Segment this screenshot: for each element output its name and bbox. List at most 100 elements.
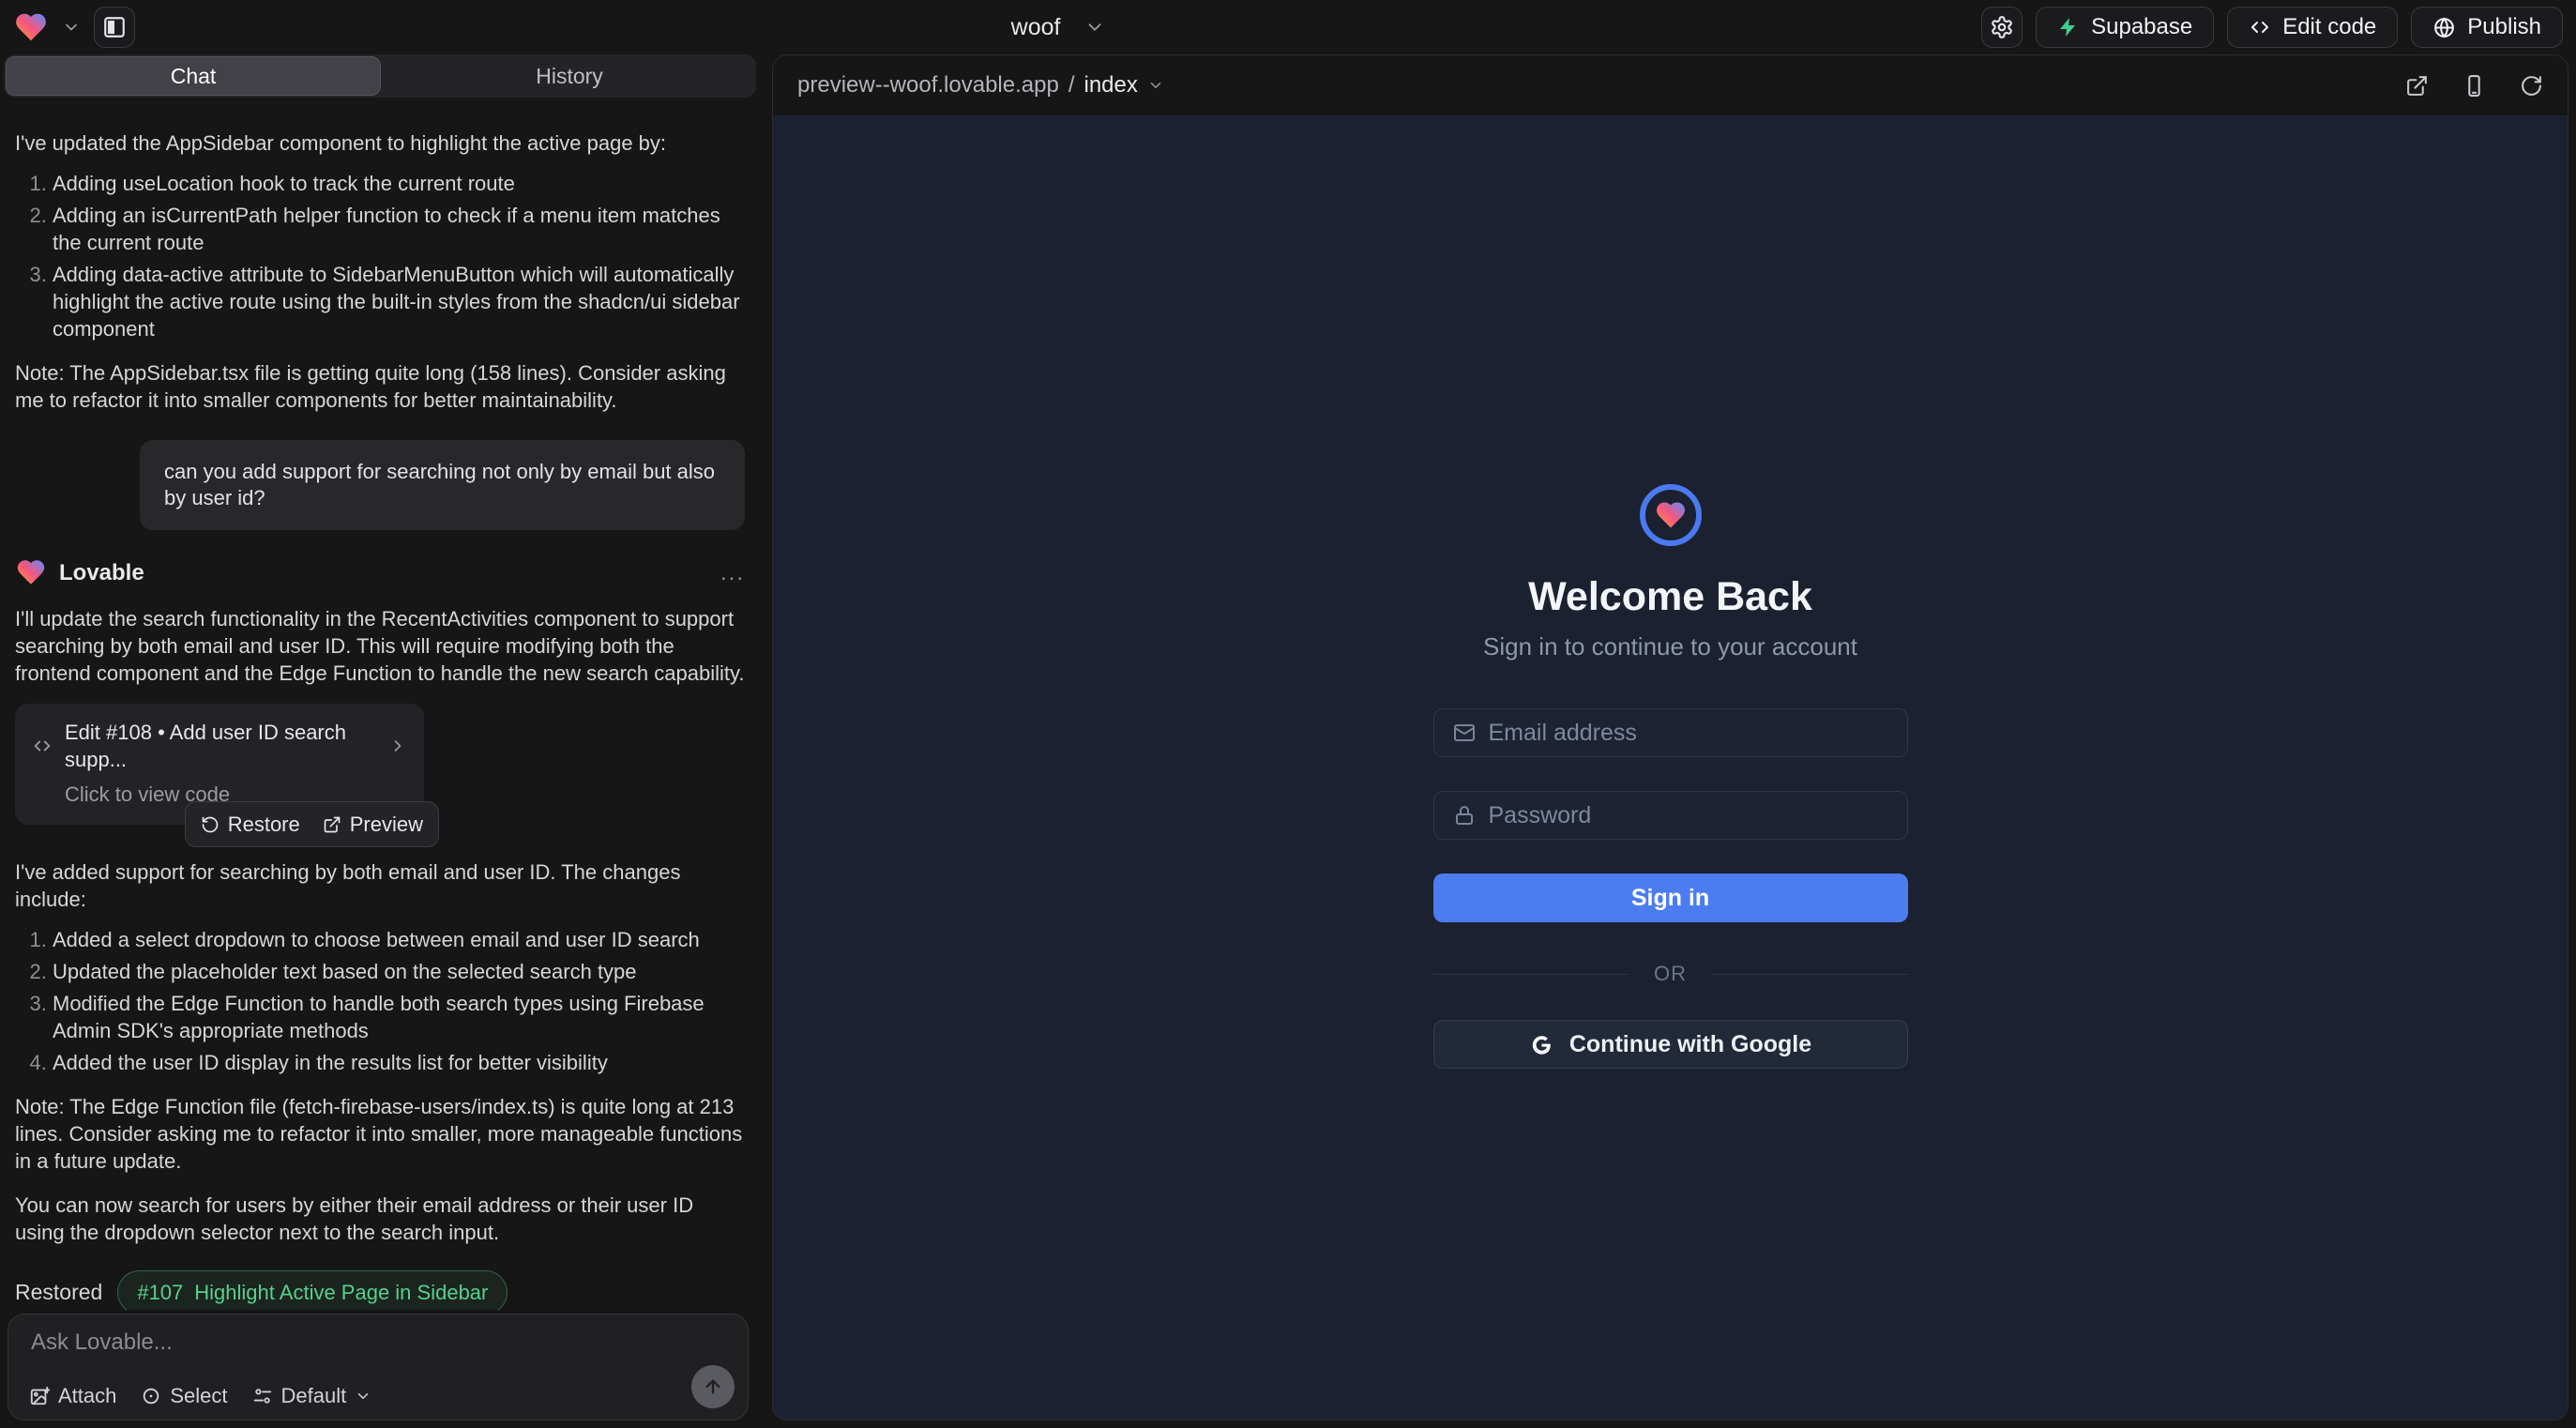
send-button[interactable] — [691, 1365, 735, 1408]
version-actions: Restore Preview — [185, 801, 439, 847]
assistant-note: Note: The Edge Function file (fetch-fire… — [15, 1093, 745, 1175]
select-element-button[interactable]: Select — [141, 1384, 227, 1408]
edit-code-label: Edit code — [2282, 14, 2376, 40]
mode-selector[interactable]: Default — [252, 1384, 372, 1408]
url-page: index — [1083, 72, 1137, 99]
assistant-paragraph: I'll update the search functionality in … — [15, 605, 745, 687]
supabase-bolt-icon — [2057, 16, 2080, 38]
google-label: Continue with Google — [1569, 1031, 1811, 1058]
attach-button[interactable]: Attach — [29, 1384, 116, 1408]
list-item: Adding data-active attribute to SidebarM… — [53, 261, 745, 342]
project-chevron-down-icon[interactable] — [1084, 17, 1105, 38]
divider-line — [1433, 974, 1629, 975]
list-item: Added a select dropdown to choose betwee… — [53, 926, 745, 953]
restored-label: Restored — [15, 1279, 102, 1306]
chat-composer: Attach Select Default — [8, 1314, 749, 1420]
auth-form: Welcome Back Sign in to continue to your… — [1433, 484, 1908, 1069]
assistant-list: Adding useLocation hook to track the cur… — [15, 170, 745, 342]
sidebar-toggle-button[interactable] — [94, 7, 135, 48]
edit-code-button[interactable]: Edit code — [2227, 7, 2398, 48]
open-in-new-tab-icon[interactable] — [2405, 74, 2429, 98]
preview-label: Preview — [350, 811, 423, 838]
publish-button[interactable]: Publish — [2411, 7, 2563, 48]
assistant-name: Lovable — [59, 559, 708, 586]
preview-url[interactable]: preview--woof.lovable.app / index — [797, 72, 1164, 99]
restore-rotate-icon — [201, 815, 220, 834]
app-logo — [1640, 484, 1702, 546]
target-icon — [141, 1386, 161, 1406]
assistant-header: Lovable ... — [15, 556, 745, 588]
assistant-note: Note: The AppSidebar.tsx file is getting… — [15, 359, 745, 414]
assistant-list: Added a select dropdown to choose betwee… — [15, 926, 745, 1076]
restored-row: Restored #107 Highlight Active Page in S… — [15, 1270, 745, 1310]
code-brackets-icon — [32, 736, 53, 756]
message-list[interactable]: I've updated the AppSidebar component to… — [0, 101, 760, 1310]
supabase-button[interactable]: Supabase — [2036, 7, 2214, 48]
mail-icon — [1453, 722, 1476, 744]
page-subtitle: Sign in to continue to your account — [1483, 632, 1857, 661]
gear-icon — [1990, 15, 2014, 39]
chat-panel: Chat History I've updated the AppSidebar… — [0, 54, 760, 1428]
lovable-heart-icon — [15, 556, 47, 588]
supabase-label: Supabase — [2091, 14, 2192, 40]
list-item: Updated the placeholder text based on th… — [53, 958, 745, 985]
version-title: Highlight Active Page in Sidebar — [194, 1279, 488, 1306]
list-item: Modified the Edge Function to handle bot… — [53, 990, 745, 1044]
assistant-paragraph: I've added support for searching by both… — [15, 858, 745, 913]
email-field[interactable] — [1433, 708, 1908, 757]
user-message-bubble: can you add support for searching not on… — [140, 440, 745, 530]
preview-url-bar: preview--woof.lovable.app / index — [773, 55, 2568, 115]
project-name[interactable]: woof — [1011, 14, 1061, 41]
external-link-icon — [323, 815, 341, 834]
version-id: #107 — [137, 1279, 183, 1306]
globe-icon — [2432, 16, 2456, 39]
chevron-down-icon — [355, 1388, 371, 1405]
lock-icon — [1453, 804, 1476, 827]
edit-version-card[interactable]: Edit #108 • Add user ID search supp... C… — [15, 704, 424, 825]
assistant-paragraph: I've updated the AppSidebar component to… — [15, 129, 745, 157]
url-domain: preview--woof.lovable.app — [797, 72, 1059, 99]
restore-label: Restore — [228, 811, 300, 838]
preview-button[interactable]: Preview — [323, 811, 423, 838]
preview-panel: preview--woof.lovable.app / index — [772, 54, 2568, 1420]
or-divider: OR — [1433, 962, 1908, 986]
chat-input[interactable] — [31, 1329, 663, 1365]
google-sign-in-button[interactable]: Continue with Google — [1433, 1020, 1908, 1069]
sliders-icon — [252, 1386, 273, 1406]
sign-in-button[interactable]: Sign in — [1433, 874, 1908, 922]
heart-icon — [1654, 498, 1688, 532]
top-bar: woof Supabase Edit code — [0, 0, 2576, 54]
tab-history[interactable]: History — [383, 54, 756, 98]
mobile-view-icon[interactable] — [2462, 74, 2486, 98]
divider-label: OR — [1654, 962, 1687, 986]
list-item: Added the user ID display in the results… — [53, 1049, 745, 1076]
password-input[interactable] — [1489, 802, 1888, 829]
select-label: Select — [170, 1384, 227, 1408]
chevron-down-icon — [1147, 77, 1164, 94]
restore-button[interactable]: Restore — [201, 811, 300, 838]
password-field[interactable] — [1433, 791, 1908, 840]
mode-label: Default — [281, 1384, 347, 1408]
divider-line — [1713, 974, 1908, 975]
arrow-up-icon — [703, 1376, 723, 1397]
list-item: Adding an isCurrentPath helper function … — [53, 202, 745, 256]
url-separator: / — [1068, 72, 1075, 99]
settings-button[interactable] — [1981, 7, 2023, 48]
message-more-menu[interactable]: ... — [720, 559, 745, 586]
publish-label: Publish — [2467, 14, 2541, 40]
image-plus-icon — [29, 1386, 50, 1406]
restored-version-badge[interactable]: #107 Highlight Active Page in Sidebar — [117, 1270, 508, 1310]
refresh-icon[interactable] — [2520, 74, 2543, 98]
google-g-icon — [1529, 1032, 1554, 1057]
email-input[interactable] — [1489, 720, 1888, 747]
attach-label: Attach — [58, 1384, 116, 1408]
lovable-logo-heart-icon[interactable] — [13, 9, 49, 45]
tab-chat[interactable]: Chat — [6, 56, 381, 96]
page-title: Welcome Back — [1528, 574, 1812, 620]
chat-history-tabs: Chat History — [4, 54, 756, 98]
chevron-right-icon — [388, 737, 407, 755]
list-item: Adding useLocation hook to track the cur… — [53, 170, 745, 197]
assistant-paragraph: You can now search for users by either t… — [15, 1192, 745, 1246]
logo-chevron-down-icon[interactable] — [62, 18, 81, 37]
code-brackets-icon — [2249, 16, 2271, 38]
